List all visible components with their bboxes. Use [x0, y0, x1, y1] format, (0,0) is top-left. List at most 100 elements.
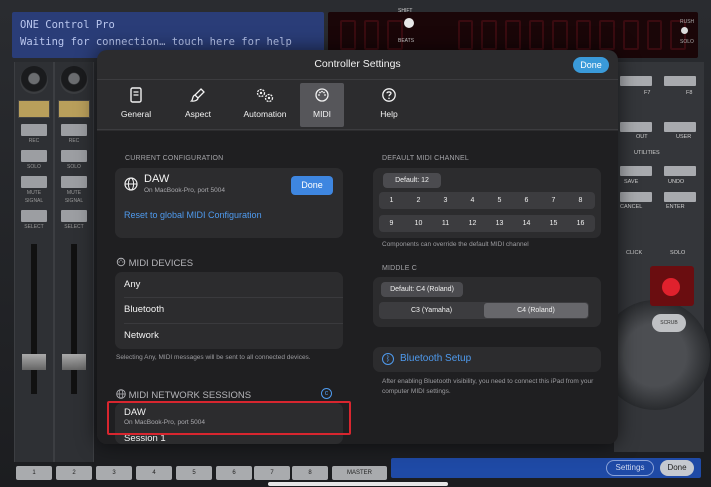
channel-15[interactable]: 15 [542, 216, 565, 231]
tab-midi[interactable]: MIDI [300, 83, 344, 127]
mute-label: MUTE [66, 190, 82, 196]
user-button[interactable] [664, 122, 696, 132]
channel-2[interactable]: 2 [407, 193, 430, 208]
cancel-button[interactable] [620, 192, 652, 202]
reset-midi-config-link[interactable]: Reset to global MIDI Configuration [124, 210, 262, 220]
channel-number[interactable]: 5 [176, 466, 212, 480]
undo-button[interactable] [664, 166, 696, 176]
config-done-button[interactable]: Done [291, 176, 333, 195]
f7-button[interactable] [620, 76, 652, 86]
channel-13[interactable]: 13 [488, 216, 511, 231]
solo-label: SOLO [67, 164, 81, 170]
solo-button[interactable] [61, 150, 87, 162]
save-button[interactable] [620, 166, 652, 176]
channel-9[interactable]: 9 [380, 216, 403, 231]
out-button[interactable] [620, 122, 652, 132]
select-label: SELECT [64, 224, 84, 230]
channel-3[interactable]: 3 [434, 193, 457, 208]
tab-aspect-label: Aspect [185, 109, 211, 119]
lcd-status: Waiting for connection… touch here for h… [20, 36, 292, 48]
channel-number[interactable]: 3 [96, 466, 132, 480]
tab-general[interactable]: General [112, 83, 160, 127]
channel-6[interactable]: 6 [515, 193, 538, 208]
device-network[interactable]: Network [124, 330, 159, 341]
rec-button[interactable] [61, 124, 87, 136]
channel-number[interactable]: 6 [216, 466, 252, 480]
bluetooth-icon: ᛒ [382, 353, 394, 365]
tab-aspect[interactable]: Aspect [174, 83, 222, 127]
fader-track [31, 244, 37, 394]
dialog-header: Controller Settings Done [97, 50, 618, 80]
middle-c-option-roland[interactable]: C4 (Roland) [484, 303, 588, 318]
tab-automation[interactable]: Automation [239, 83, 291, 127]
channel-number[interactable]: 7 [254, 466, 290, 480]
channel-8[interactable]: 8 [569, 193, 592, 208]
globe-icon [124, 177, 138, 196]
utilities-label: UTILITIES [634, 150, 660, 156]
pan-knob[interactable] [20, 66, 48, 94]
user-label: USER [676, 134, 692, 140]
channel-4[interactable]: 4 [461, 193, 484, 208]
fader-track [71, 244, 77, 394]
rush-label: RUSH [680, 19, 695, 25]
middle-c-segmented-control: C3 (Yamaha) C4 (Roland) [379, 302, 589, 319]
channel-strip: REC SOLO MUTE SIGNAL SELECT [14, 62, 54, 462]
rec-label: REC [68, 138, 80, 144]
select-button[interactable] [61, 210, 87, 222]
device-bluetooth[interactable]: Bluetooth [124, 304, 164, 315]
bluetooth-setup-button[interactable]: ᛒ Bluetooth Setup [373, 347, 601, 372]
network-info-icon[interactable]: c [321, 388, 332, 399]
channel-7[interactable]: 7 [542, 193, 565, 208]
mute-button[interactable] [21, 176, 47, 188]
solo-button[interactable] [21, 150, 47, 162]
midi-port-icon [116, 257, 129, 269]
default-channel-note: Components can override the default MIDI… [382, 241, 529, 248]
dialog-done-button[interactable]: Done [573, 57, 609, 73]
midi-devices-header: MIDI DEVICES [116, 257, 193, 269]
tab-help-label: Help [380, 109, 398, 119]
globe-icon [116, 389, 129, 401]
rec-button[interactable] [21, 124, 47, 136]
scrub-button[interactable]: SCRUB [652, 314, 686, 332]
mute-button[interactable] [61, 176, 87, 188]
channel-14[interactable]: 14 [515, 216, 538, 231]
channel-number[interactable]: 8 [292, 466, 328, 480]
channel-row-2: 9 10 11 12 13 14 15 16 [379, 215, 595, 232]
shift-led[interactable] [404, 18, 414, 28]
click-label: CLICK [626, 250, 643, 256]
f8-label: F8 [686, 90, 693, 96]
middle-c-default-button[interactable]: Default: C4 (Roland) [381, 282, 463, 297]
channel-number[interactable]: 2 [56, 466, 92, 480]
channel-5[interactable]: 5 [488, 193, 511, 208]
console-done-button[interactable]: Done [660, 460, 694, 476]
enter-button[interactable] [664, 192, 696, 202]
highlight-box [107, 401, 351, 435]
tab-help[interactable]: Help [369, 83, 409, 127]
gears-icon [239, 87, 291, 107]
vu-meter [58, 100, 90, 118]
channel-16[interactable]: 16 [569, 216, 592, 231]
channel-12[interactable]: 12 [461, 216, 484, 231]
channel-11[interactable]: 11 [434, 216, 457, 231]
middle-c-header: MIDDLE C [382, 265, 418, 272]
middle-c-card: Default: C4 (Roland) C3 (Yamaha) C4 (Rol… [373, 277, 601, 327]
select-label: SELECT [24, 224, 44, 230]
channel-number[interactable]: 4 [136, 466, 172, 480]
pan-knob[interactable] [60, 66, 88, 94]
rush-led[interactable] [681, 27, 688, 34]
select-button[interactable] [21, 210, 47, 222]
channel-1[interactable]: 1 [380, 193, 403, 208]
settings-button[interactable]: Settings [606, 460, 654, 476]
default-channel-button[interactable]: Default: 12 [383, 173, 441, 188]
fader-cap[interactable] [62, 354, 86, 370]
master-label[interactable]: MASTER [332, 466, 387, 480]
network-sessions-header: MIDI NETWORK SESSIONS [116, 389, 251, 401]
fader-cap[interactable] [22, 354, 46, 370]
channel-number[interactable]: 1 [16, 466, 52, 480]
channel-10[interactable]: 10 [407, 216, 430, 231]
middle-c-option-yamaha[interactable]: C3 (Yamaha) [379, 302, 484, 319]
f8-button[interactable] [664, 76, 696, 86]
device-any[interactable]: Any [124, 279, 140, 290]
default-channel-card: Default: 12 1 2 3 4 5 6 7 8 9 10 11 12 1… [373, 168, 601, 238]
undo-label: UNDO [668, 179, 685, 185]
